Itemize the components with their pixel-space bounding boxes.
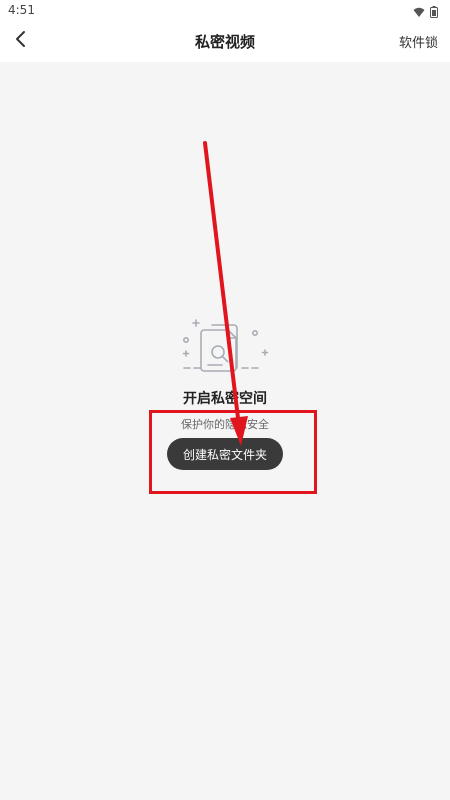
app-header: 私密视频 软件锁 (0, 20, 450, 62)
page-title: 私密视频 (194, 33, 255, 51)
status-time: 4:51 (8, 3, 35, 17)
status-bar: 4:51 (0, 0, 450, 20)
empty-state-title: 开启私密空间 (183, 391, 267, 407)
document-search-icon (180, 316, 270, 376)
annotation-highlight-box (149, 410, 317, 494)
screen: 4:51 私密视频 软件锁 开启私密空间 保护你的隐私安全 创建私密文件夹 (0, 0, 450, 800)
app-lock-link[interactable]: 软件锁 (399, 32, 438, 51)
